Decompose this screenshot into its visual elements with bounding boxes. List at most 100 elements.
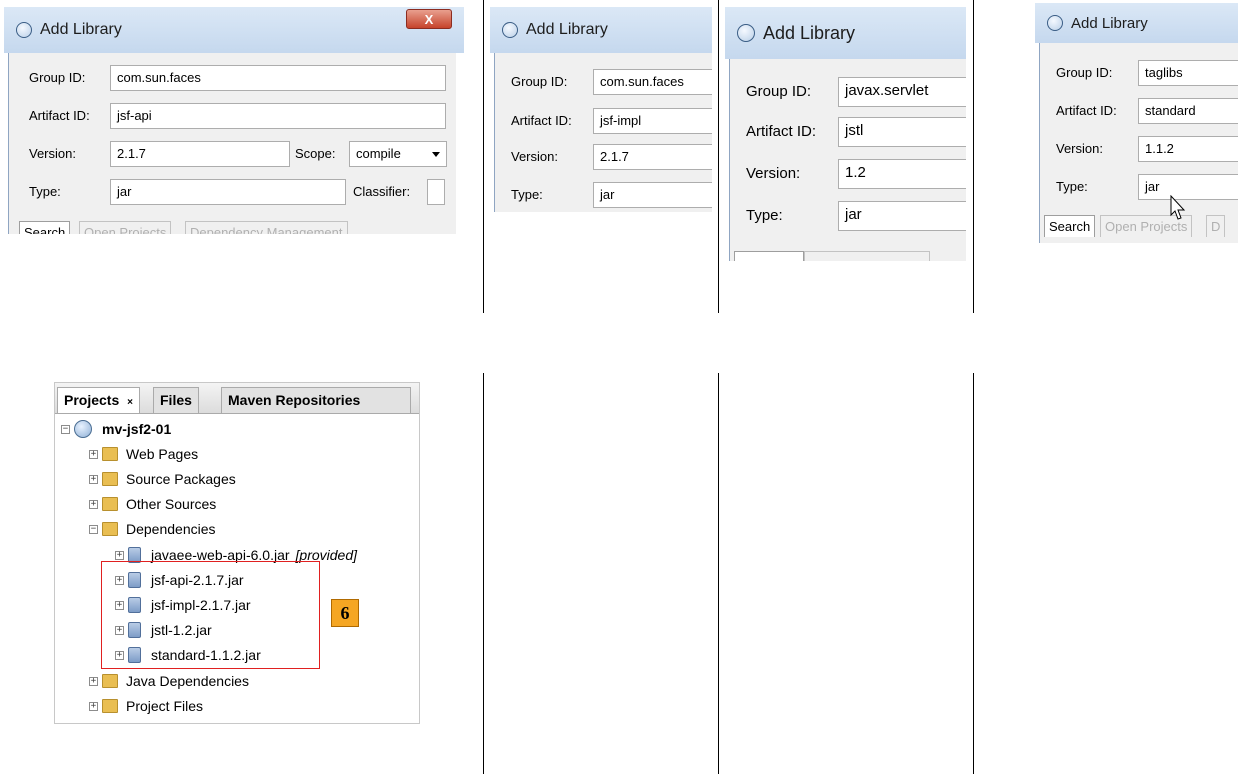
- type-input[interactable]: jar: [1138, 174, 1238, 200]
- dialog-title: Add Library: [763, 22, 856, 43]
- tab-open-projects[interactable]: Open Projects: [79, 221, 172, 234]
- tree-root-node[interactable]: − mv-jsf2-01: [61, 417, 171, 441]
- dialog-titlebar: Add Library X: [4, 7, 464, 53]
- scope-label: Scope:: [295, 146, 336, 161]
- type-input[interactable]: jar: [838, 201, 966, 231]
- folder-web-icon: [102, 447, 118, 461]
- scope-select[interactable]: compile: [349, 141, 447, 167]
- step-badge: 6: [331, 599, 359, 627]
- tab-projects[interactable]: Projects ×: [57, 387, 140, 413]
- tree-node-project-files[interactable]: + Project Files: [89, 694, 203, 718]
- dialog-titlebar: Add Library: [725, 7, 966, 59]
- classifier-input[interactable]: [427, 179, 445, 205]
- dialog-title: Add Library: [526, 21, 608, 38]
- chevron-down-icon: [432, 152, 440, 157]
- artifact-id-input[interactable]: jsf-api: [110, 103, 446, 129]
- separator-4: [483, 373, 484, 774]
- library-icon: [1047, 15, 1063, 31]
- group-id-label: Group ID:: [746, 83, 812, 100]
- folder-dependencies-icon: [102, 522, 118, 536]
- collapse-icon[interactable]: −: [89, 524, 98, 534]
- group-id-input[interactable]: com.sun.faces: [593, 69, 712, 95]
- projects-tabbar: Projects × Files Maven Repositories: [55, 383, 419, 414]
- artifact-id-label: Artifact ID:: [511, 113, 572, 128]
- group-id-input[interactable]: javax.servlet: [838, 77, 966, 107]
- type-label: Type:: [511, 187, 543, 202]
- version-input[interactable]: 1.1.2: [1138, 136, 1238, 162]
- artifact-id-label: Artifact ID:: [1056, 103, 1117, 118]
- library-icon: [502, 22, 518, 38]
- node-label: Project Files: [126, 698, 204, 714]
- tab-search[interactable]: Search: [19, 221, 71, 234]
- folder-sources-icon: [102, 497, 118, 511]
- dialog-body: Group ID: com.sun.faces Artifact ID: jsf…: [8, 53, 456, 234]
- add-library-dialog-3: Add Library Group ID: javax.servlet Arti…: [725, 7, 966, 261]
- version-label: Version:: [746, 165, 801, 182]
- tree-node-java-dependencies[interactable]: + Java Dependencies: [89, 669, 249, 693]
- version-input[interactable]: 2.1.7: [110, 141, 290, 167]
- tab-dependency-management[interactable]: D: [1206, 215, 1226, 237]
- dialog-title: Add Library: [1071, 14, 1148, 32]
- tab-dependency-management[interactable]: Dependency Management: [185, 221, 348, 234]
- close-button[interactable]: X: [406, 9, 452, 29]
- expand-icon[interactable]: +: [89, 676, 98, 686]
- dialog-title: Add Library: [40, 21, 122, 38]
- node-label: Other Sources: [126, 496, 217, 512]
- dialog-titlebar: Add Library: [490, 7, 712, 53]
- library-icon: [16, 22, 32, 38]
- separator-5: [718, 373, 719, 774]
- folder-package-icon: [102, 472, 118, 486]
- expand-icon[interactable]: +: [89, 499, 98, 509]
- type-label: Type:: [29, 184, 61, 199]
- folder-dependencies-icon: [102, 674, 118, 688]
- expand-icon[interactable]: +: [115, 550, 124, 560]
- version-input[interactable]: 2.1.7: [593, 144, 712, 170]
- version-label: Version:: [511, 149, 558, 164]
- group-id-input[interactable]: com.sun.faces: [110, 65, 446, 91]
- group-id-label: Group ID:: [511, 74, 568, 89]
- artifact-id-input[interactable]: jstl: [838, 117, 966, 147]
- separator-2: [718, 0, 719, 313]
- tree-node-dependencies[interactable]: − Dependencies: [89, 517, 216, 541]
- dialog-titlebar: Add Library: [1035, 3, 1238, 43]
- expand-icon[interactable]: +: [89, 474, 98, 484]
- tab-close-icon[interactable]: ×: [127, 397, 133, 408]
- expand-icon[interactable]: +: [89, 701, 98, 711]
- group-id-label: Group ID:: [1056, 65, 1113, 80]
- node-label: Web Pages: [126, 446, 199, 462]
- web-project-icon: [74, 420, 92, 438]
- add-library-dialog-1: Add Library X Group ID: com.sun.faces Ar…: [4, 7, 464, 234]
- type-input[interactable]: jar: [110, 179, 346, 205]
- collapse-icon[interactable]: −: [61, 424, 70, 434]
- tab-projects-label: Projects: [64, 392, 120, 408]
- node-label: Java Dependencies: [126, 673, 249, 689]
- highlight-box: [101, 561, 320, 669]
- tree-node-source-packages[interactable]: + Source Packages: [89, 467, 236, 491]
- tab-open-projects[interactable]: [804, 251, 930, 261]
- tab-maven-repositories[interactable]: Maven Repositories: [221, 387, 411, 413]
- version-input[interactable]: 1.2: [838, 159, 966, 189]
- artifact-id-input[interactable]: jsf-impl: [593, 108, 712, 134]
- folder-files-icon: [102, 699, 118, 713]
- tab-files[interactable]: Files: [153, 387, 199, 413]
- library-icon: [737, 24, 755, 42]
- dialog-body: Group ID: com.sun.faces Artifact ID: jsf…: [494, 53, 712, 212]
- tree-node-web-pages[interactable]: + Web Pages: [89, 442, 198, 466]
- group-id-label: Group ID:: [29, 70, 86, 85]
- separator-3: [973, 0, 974, 313]
- scope-value: compile: [356, 146, 401, 161]
- project-name: mv-jsf2-01: [102, 421, 172, 437]
- expand-icon[interactable]: +: [89, 449, 98, 459]
- projects-panel: Projects × Files Maven Repositories − mv…: [54, 382, 420, 724]
- artifact-id-input[interactable]: standard: [1138, 98, 1238, 124]
- tab-search[interactable]: Search: [1044, 215, 1096, 237]
- type-input[interactable]: jar: [593, 182, 712, 208]
- artifact-id-label: Artifact ID:: [746, 123, 817, 140]
- tab-search[interactable]: [734, 251, 804, 261]
- node-label: Dependencies: [126, 521, 216, 537]
- separator-6: [973, 373, 974, 774]
- tree-node-other-sources[interactable]: + Other Sources: [89, 492, 216, 516]
- group-id-input[interactable]: taglibs: [1138, 60, 1238, 86]
- add-library-dialog-2: Add Library Group ID: com.sun.faces Arti…: [490, 7, 712, 212]
- version-label: Version:: [29, 146, 76, 161]
